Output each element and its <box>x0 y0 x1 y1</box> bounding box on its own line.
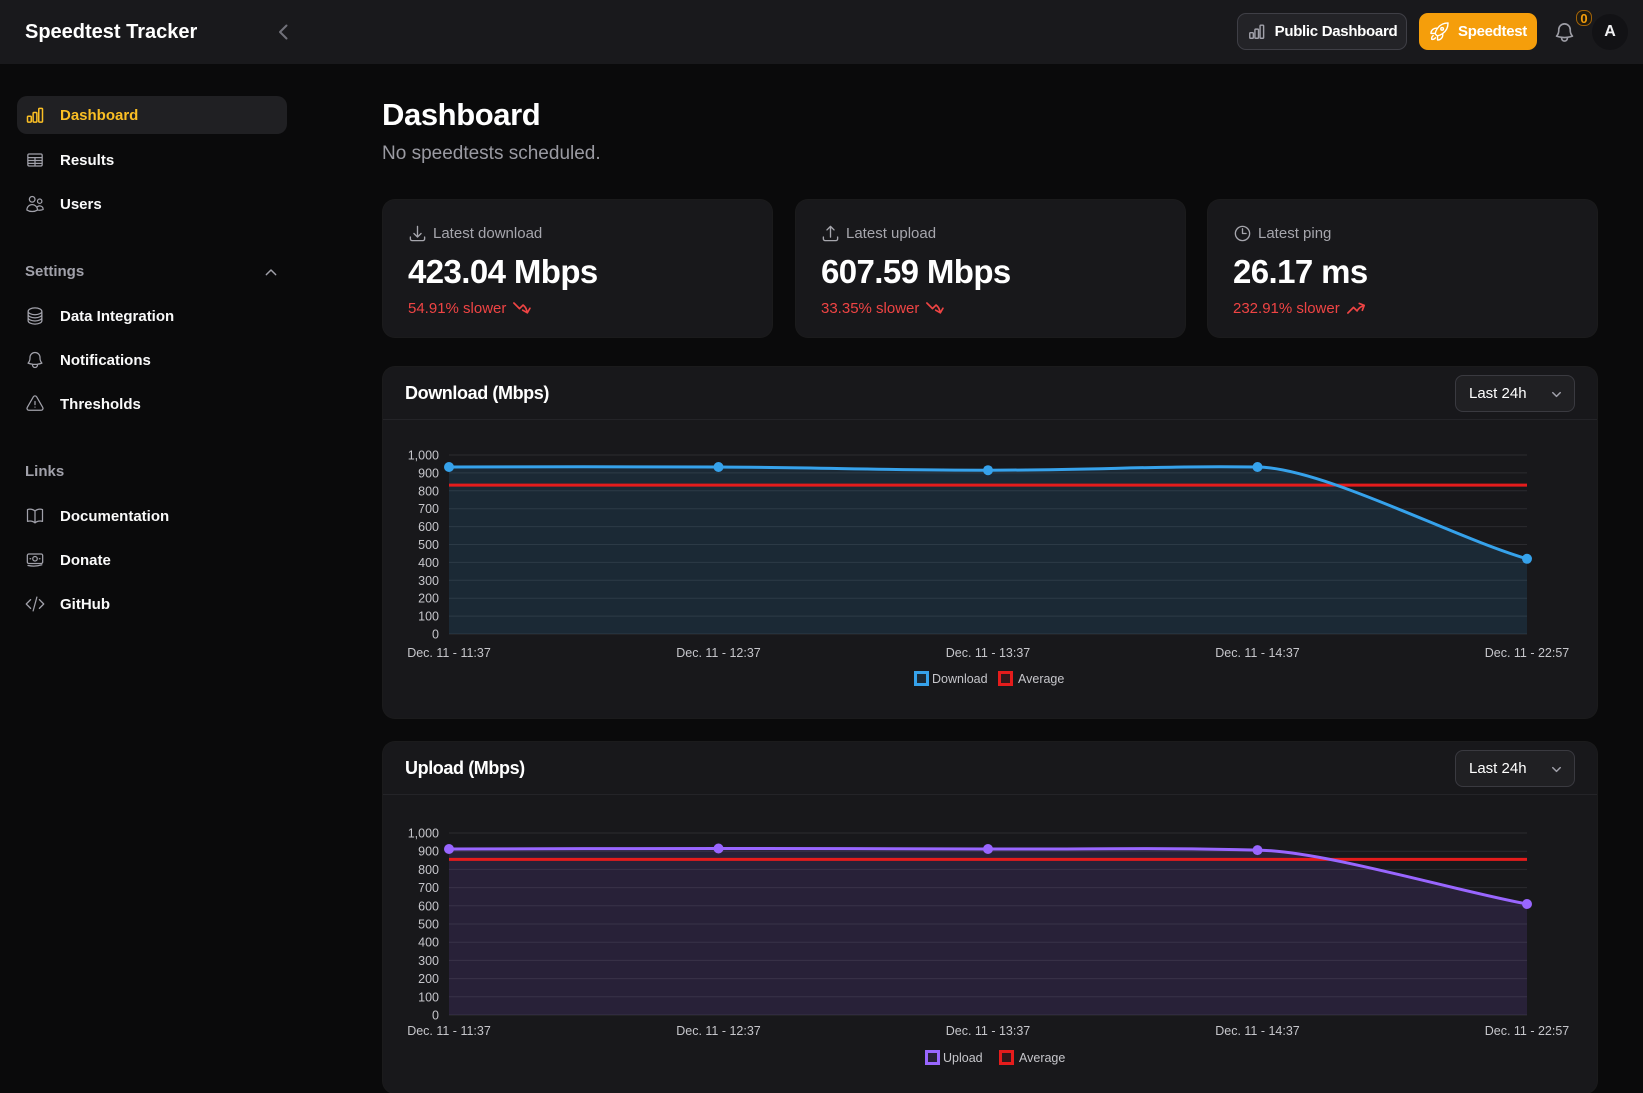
svg-text:800: 800 <box>418 863 439 877</box>
svg-text:400: 400 <box>418 556 439 570</box>
svg-text:600: 600 <box>418 899 439 913</box>
svg-text:400: 400 <box>418 936 439 950</box>
svg-text:700: 700 <box>418 502 439 516</box>
svg-text:1,000: 1,000 <box>408 449 439 463</box>
svg-text:Average: Average <box>1019 1051 1065 1065</box>
svg-text:Dec. 11 - 14:37: Dec. 11 - 14:37 <box>1215 646 1300 660</box>
svg-text:Dec. 11 - 11:37: Dec. 11 - 11:37 <box>407 646 491 660</box>
svg-text:Dec. 11 - 22:57: Dec. 11 - 22:57 <box>1485 646 1570 660</box>
svg-text:500: 500 <box>418 918 439 932</box>
svg-text:1,000: 1,000 <box>408 827 439 841</box>
svg-text:Dec. 11 - 11:37: Dec. 11 - 11:37 <box>407 1024 491 1038</box>
svg-text:0: 0 <box>432 1009 439 1023</box>
svg-text:700: 700 <box>418 881 439 895</box>
svg-text:Upload: Upload <box>943 1051 983 1065</box>
svg-text:500: 500 <box>418 538 439 552</box>
svg-text:Dec. 11 - 12:37: Dec. 11 - 12:37 <box>676 646 761 660</box>
svg-text:600: 600 <box>418 520 439 534</box>
svg-text:Average: Average <box>1018 672 1064 686</box>
svg-text:Dec. 11 - 13:37: Dec. 11 - 13:37 <box>946 646 1031 660</box>
svg-text:300: 300 <box>418 954 439 968</box>
svg-text:Dec. 11 - 14:37: Dec. 11 - 14:37 <box>1215 1024 1300 1038</box>
svg-text:Dec. 11 - 12:37: Dec. 11 - 12:37 <box>676 1024 761 1038</box>
svg-text:900: 900 <box>418 845 439 859</box>
svg-text:Dec. 11 - 22:57: Dec. 11 - 22:57 <box>1485 1024 1570 1038</box>
svg-text:900: 900 <box>418 466 439 480</box>
svg-text:Download: Download <box>932 672 988 686</box>
svg-text:200: 200 <box>418 972 439 986</box>
svg-text:300: 300 <box>418 574 439 588</box>
svg-text:200: 200 <box>418 592 439 606</box>
svg-text:100: 100 <box>418 610 439 624</box>
svg-text:0: 0 <box>432 628 439 642</box>
svg-text:Dec. 11 - 13:37: Dec. 11 - 13:37 <box>946 1024 1031 1038</box>
svg-text:800: 800 <box>418 484 439 498</box>
svg-text:100: 100 <box>418 990 439 1004</box>
